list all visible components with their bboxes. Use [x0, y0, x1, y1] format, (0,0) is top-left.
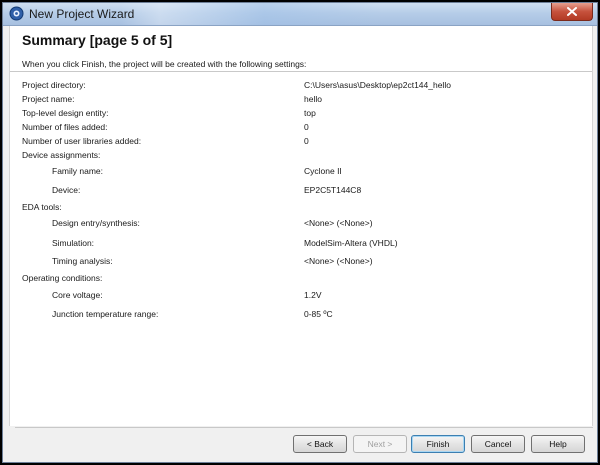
cancel-button[interactable]: Cancel — [471, 435, 525, 453]
title-bar[interactable]: New Project Wizard — [3, 3, 597, 26]
timing-analysis-label: Timing analysis: — [52, 256, 113, 266]
project-directory-value: C:\Users\asus\Desktop\ep2ct144_hello — [304, 80, 451, 90]
device-label: Device: — [52, 185, 81, 195]
files-added-value: 0 — [304, 122, 309, 132]
top-level-entity-label: Top-level design entity: — [22, 108, 109, 118]
timing-analysis-value: <None> (<None>) — [304, 256, 373, 266]
intro-text: When you click Finish, the project will … — [22, 59, 307, 69]
design-entry-label: Design entry/synthesis: — [52, 218, 140, 228]
help-button[interactable]: Help — [531, 435, 585, 453]
core-voltage-label: Core voltage: — [52, 290, 103, 300]
window-title: New Project Wizard — [29, 7, 135, 21]
back-button[interactable]: < Back — [293, 435, 347, 453]
project-name-value: hello — [304, 94, 322, 104]
button-divider — [15, 427, 593, 428]
family-name-label: Family name: — [52, 166, 104, 176]
user-libraries-value: 0 — [304, 136, 309, 146]
page-title: Summary [page 5 of 5] — [22, 32, 173, 48]
files-added-label: Number of files added: — [22, 122, 108, 132]
project-name-label: Project name: — [22, 94, 75, 104]
device-value: EP2C5T144C8 — [304, 185, 362, 195]
core-voltage-value: 1.2V — [304, 290, 322, 300]
project-directory-label: Project directory: — [22, 80, 86, 90]
close-icon — [567, 7, 577, 16]
simulation-value: ModelSim-Altera (VHDL) — [304, 238, 398, 248]
user-libraries-label: Number of user libraries added: — [22, 136, 142, 146]
junction-temperature-label: Junction temperature range: — [52, 309, 159, 319]
device-assignments-heading: Device assignments: — [22, 150, 101, 160]
next-button[interactable]: Next > — [353, 435, 407, 453]
title-bar-background-art — [121, 3, 381, 25]
design-entry-value: <None> (<None>) — [304, 218, 373, 228]
summary-panel: Summary [page 5 of 5] When you click Fin… — [9, 26, 593, 426]
eda-tools-heading: EDA tools: — [22, 202, 62, 212]
close-button[interactable] — [551, 3, 593, 21]
simulation-label: Simulation: — [52, 238, 95, 248]
finish-button[interactable]: Finish — [411, 435, 465, 453]
quartus-wizard-icon — [9, 6, 24, 21]
junction-temperature-value: 0-85 ºC — [304, 309, 333, 319]
new-project-wizard-window: New Project Wizard Summary [page 5 of 5]… — [2, 2, 598, 463]
operating-conditions-heading: Operating conditions: — [22, 273, 103, 283]
family-name-value: Cyclone II — [304, 166, 342, 176]
top-level-entity-value: top — [304, 108, 316, 118]
